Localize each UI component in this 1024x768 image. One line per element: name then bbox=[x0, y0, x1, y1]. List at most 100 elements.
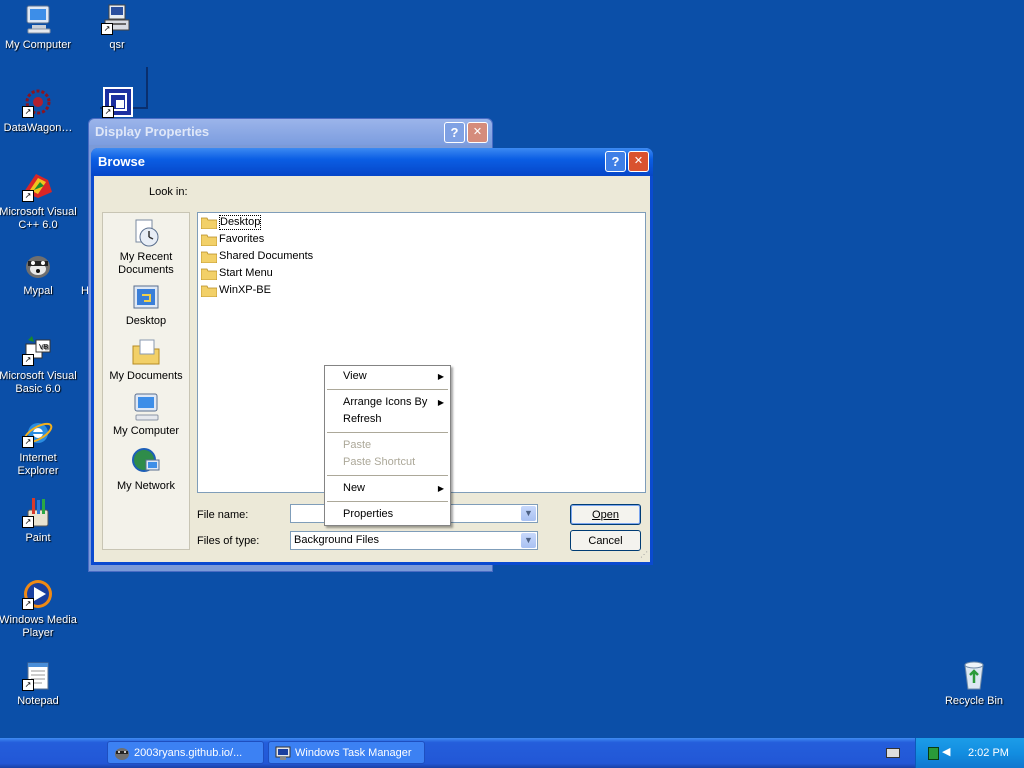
file-name: Start Menu bbox=[219, 267, 273, 279]
resize-grip-icon[interactable]: ⋰ bbox=[638, 550, 648, 560]
taskbar: 2003ryans.github.io/... Windows Task Man… bbox=[0, 738, 1024, 768]
display-properties-close-button[interactable]: ✕ bbox=[467, 122, 488, 143]
file-name: Desktop bbox=[219, 215, 262, 230]
file-name: WinXP-BE bbox=[219, 284, 271, 296]
place-my-computer[interactable]: My Computer bbox=[103, 391, 189, 438]
place-label: My Recent Documents bbox=[118, 251, 174, 276]
place-label: Desktop bbox=[125, 315, 167, 327]
chevron-down-icon[interactable]: ▼ bbox=[521, 506, 536, 521]
cancel-button[interactable]: Cancel bbox=[570, 530, 641, 551]
menu-item-label: Properties bbox=[343, 508, 394, 520]
icon-label: Windows Media Player bbox=[0, 614, 77, 639]
desktop-icon-recycle-bin[interactable]: Recycle Bin bbox=[934, 659, 1014, 708]
context-menu-view[interactable]: View ▶ bbox=[325, 368, 450, 385]
browse-title: Browse bbox=[98, 154, 145, 169]
my-computer-icon bbox=[22, 3, 54, 35]
menu-item-label: New bbox=[343, 482, 366, 494]
notepad-icon: ↗ bbox=[22, 659, 54, 691]
visual-basic-icon: VB ↗ bbox=[22, 334, 54, 366]
taskbar-button-label: Windows Task Manager bbox=[295, 747, 412, 759]
menu-item-label: Paste Shortcut bbox=[343, 456, 416, 468]
submenu-arrow-icon: ▶ bbox=[437, 398, 444, 407]
mypal-icon bbox=[22, 249, 54, 281]
internet-explorer-icon: ↗ bbox=[22, 416, 54, 448]
taskbar-button-mypal[interactable]: 2003ryans.github.io/... bbox=[107, 741, 264, 764]
icon-label: Recycle Bin bbox=[944, 695, 1004, 707]
file-item-winxp-be[interactable]: WinXP-BE bbox=[198, 282, 645, 299]
menu-item-label: Arrange Icons By bbox=[343, 396, 428, 408]
place-my-documents[interactable]: My Documents bbox=[103, 336, 189, 383]
tray-network-icon[interactable] bbox=[928, 747, 939, 760]
my-network-icon bbox=[130, 446, 162, 478]
context-menu-properties[interactable]: Properties bbox=[325, 506, 450, 523]
context-menu: View ▶ Arrange Icons By ▶ Refresh Paste … bbox=[324, 365, 451, 526]
visual-cpp-icon: ↗ bbox=[22, 170, 54, 202]
look-in-label: Look in: bbox=[149, 186, 188, 198]
recycle-bin-icon bbox=[958, 659, 990, 691]
file-item-favorites[interactable]: Favorites bbox=[198, 231, 645, 248]
icon-label: Microsoft Visual C++ 6.0 bbox=[0, 206, 77, 231]
browse-close-button[interactable]: ✕ bbox=[628, 151, 649, 172]
datawagon-icon: ↗ bbox=[22, 86, 54, 118]
file-name: Shared Documents bbox=[219, 250, 314, 262]
place-label: My Documents bbox=[109, 370, 183, 382]
icon-label: Paint bbox=[25, 532, 51, 544]
icon-label: qsr bbox=[109, 39, 125, 51]
desktop-icon-datawagon[interactable]: ↗ DataWagon… bbox=[0, 86, 78, 135]
files-of-type-select[interactable]: Background Files ▼ bbox=[290, 531, 538, 550]
files-of-type-value: Background Files bbox=[294, 534, 379, 546]
menu-separator bbox=[327, 475, 448, 476]
desktop-icon-partial[interactable]: ↗ bbox=[78, 86, 158, 122]
icon-label: Internet Explorer bbox=[17, 452, 59, 477]
folder-icon bbox=[201, 251, 217, 263]
file-item-start-menu[interactable]: Start Menu bbox=[198, 265, 645, 282]
folder-icon bbox=[201, 268, 217, 280]
menu-separator bbox=[327, 432, 448, 433]
open-button[interactable]: Open bbox=[570, 504, 641, 525]
desktop-icon-visual-basic[interactable]: VB ↗ Microsoft Visual Basic 6.0 bbox=[0, 334, 78, 396]
desktop-icon-my-computer[interactable]: My Computer bbox=[0, 3, 78, 52]
place-my-recent-documents[interactable]: My Recent Documents bbox=[103, 217, 189, 277]
menu-item-label: Refresh bbox=[343, 413, 382, 425]
context-menu-paste[interactable]: Paste bbox=[325, 437, 450, 454]
context-menu-refresh[interactable]: Refresh bbox=[325, 411, 450, 428]
icon-label: My Computer bbox=[4, 39, 72, 51]
folder-icon bbox=[201, 285, 217, 297]
context-menu-arrange-icons-by[interactable]: Arrange Icons By ▶ bbox=[325, 394, 450, 411]
keyboard-icon[interactable] bbox=[886, 748, 900, 758]
desktop-icon-mypal[interactable]: Mypal bbox=[0, 249, 78, 298]
folder-icon bbox=[201, 217, 217, 229]
chevron-down-icon[interactable]: ▼ bbox=[521, 533, 536, 548]
clock[interactable]: 2:02 PM bbox=[968, 746, 1009, 760]
qsr-icon: ↗ bbox=[101, 3, 133, 35]
desktop-icon-media-player[interactable]: ↗ Windows Media Player bbox=[0, 578, 78, 640]
taskbar-button-task-manager[interactable]: Windows Task Manager bbox=[268, 741, 425, 764]
files-of-type-label: Files of type: bbox=[197, 535, 260, 547]
file-name: Favorites bbox=[219, 233, 265, 245]
display-properties-help-button[interactable]: ? bbox=[444, 122, 465, 143]
submenu-arrow-icon: ▶ bbox=[437, 372, 444, 381]
desktop-icon-visual-cpp[interactable]: ↗ Microsoft Visual C++ 6.0 bbox=[0, 170, 78, 232]
browse-help-button[interactable]: ? bbox=[605, 151, 626, 172]
cancel-label: Cancel bbox=[588, 535, 623, 547]
place-label: My Network bbox=[116, 480, 176, 492]
desktop-icon-paint[interactable]: ↗ Paint bbox=[0, 496, 78, 545]
place-my-network[interactable]: My Network bbox=[103, 446, 189, 493]
desktop-icon bbox=[130, 281, 162, 313]
desktop-icon-qsr[interactable]: ↗ qsr bbox=[77, 3, 157, 52]
my-computer-icon bbox=[130, 391, 162, 423]
tray-volume-icon[interactable]: ◀ bbox=[942, 746, 956, 759]
desktop-icon-internet-explorer[interactable]: ↗ Internet Explorer bbox=[0, 416, 78, 478]
desktop-icon-notepad[interactable]: ↗ Notepad bbox=[0, 659, 78, 708]
place-desktop[interactable]: Desktop bbox=[103, 281, 189, 328]
menu-item-label: View bbox=[343, 370, 367, 382]
display-properties-title: Display Properties bbox=[89, 119, 492, 145]
file-item-shared-documents[interactable]: Shared Documents bbox=[198, 248, 645, 265]
recent-documents-icon bbox=[130, 217, 162, 249]
context-menu-new[interactable]: New ▶ bbox=[325, 480, 450, 497]
file-item-desktop[interactable]: Desktop bbox=[198, 214, 645, 231]
file-name-label: File name: bbox=[197, 509, 249, 521]
taskbar-button-label: 2003ryans.github.io/... bbox=[134, 747, 243, 759]
paint-icon: ↗ bbox=[22, 496, 54, 528]
context-menu-paste-shortcut[interactable]: Paste Shortcut bbox=[325, 454, 450, 471]
